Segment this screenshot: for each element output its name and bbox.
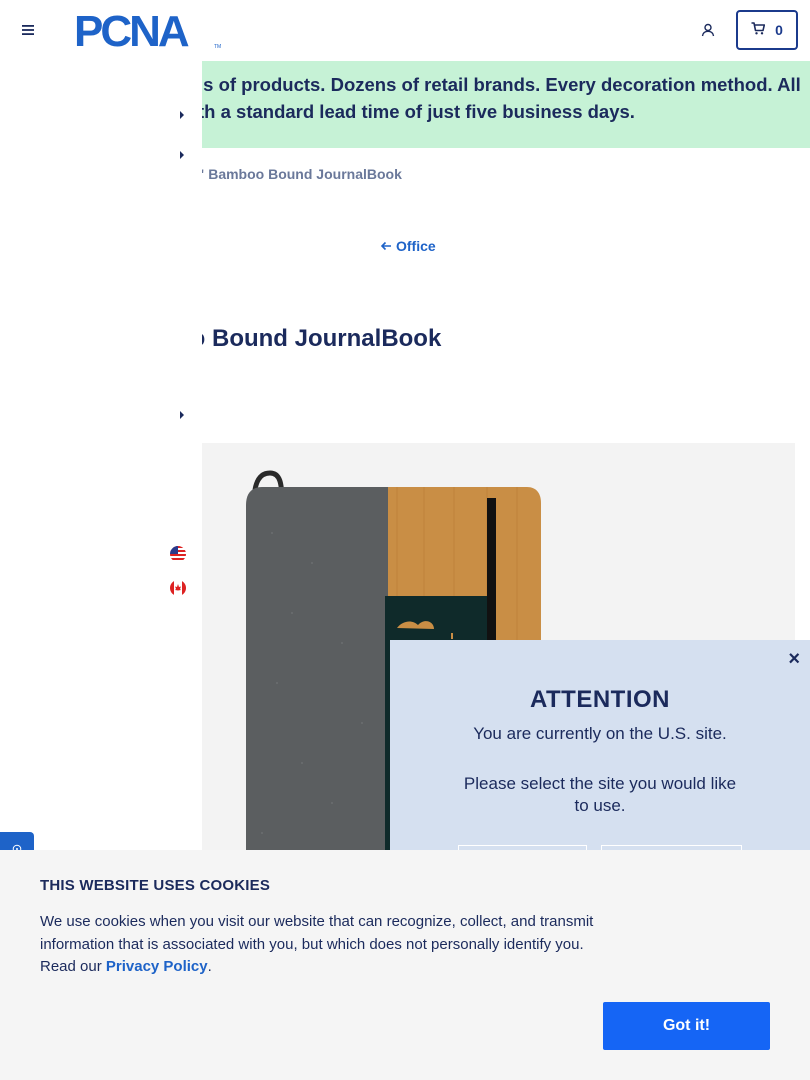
cart-icon — [751, 22, 766, 38]
cookie-title: THIS WEBSITE USES COOKIES — [40, 877, 271, 894]
site-selection-modal: × ATTENTION You are currently on the U.S… — [390, 640, 810, 880]
logo-text: PCNA — [74, 8, 189, 53]
site-header: PCNA TM 0 — [0, 0, 810, 61]
back-link-label: Office — [396, 238, 436, 254]
hamburger-menu-icon[interactable] — [18, 20, 38, 40]
cookie-text-end: . — [207, 958, 212, 975]
us-flag-icon[interactable] — [170, 546, 186, 562]
product-title: oo Bound JournalBook — [176, 325, 442, 352]
back-to-category-link[interactable]: Office — [380, 238, 436, 254]
menu-expand-caret-icon[interactable] — [178, 147, 186, 159]
cart-count: 0 — [775, 22, 783, 38]
arrow-left-icon — [380, 238, 392, 254]
menu-expand-caret-icon[interactable] — [178, 107, 186, 119]
cookie-text: We use cookies when you visit our websit… — [40, 911, 600, 979]
pcna-logo[interactable]: PCNA TM — [74, 7, 226, 56]
close-icon[interactable]: × — [788, 648, 800, 671]
privacy-policy-link[interactable]: Privacy Policy — [106, 958, 208, 975]
cart-button[interactable]: 0 — [736, 10, 798, 50]
cookie-banner: THIS WEBSITE USES COOKIES We use cookies… — [0, 850, 810, 1080]
canada-flag-icon[interactable] — [170, 580, 186, 596]
modal-title: ATTENTION — [529, 686, 671, 713]
modal-question: Please select the site you would like to… — [463, 774, 737, 815]
accept-cookies-button[interactable]: Got it! — [603, 1002, 770, 1050]
logo-tm: TM — [214, 44, 221, 50]
promo-line-2: th a standard lead time of just five bus… — [198, 101, 635, 122]
side-menu-panel — [0, 61, 202, 911]
menu-expand-caret-icon[interactable] — [178, 407, 186, 419]
breadcrumb-current: .5" Bamboo Bound JournalBook — [186, 166, 402, 182]
account-icon[interactable] — [697, 19, 719, 41]
modal-subtitle: You are currently on the U.S. site. — [473, 724, 727, 743]
promo-line-1: ls of products. Dozens of retail brands.… — [198, 74, 801, 95]
